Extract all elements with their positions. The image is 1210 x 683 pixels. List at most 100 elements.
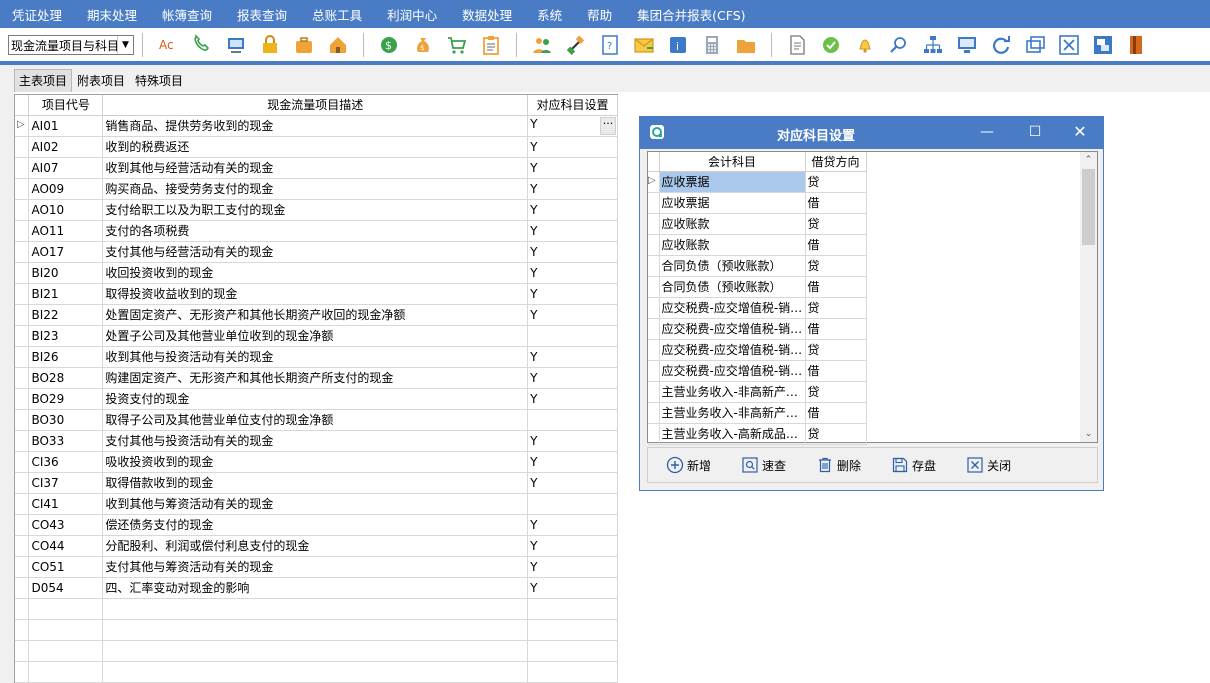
cell-desc[interactable]: 取得借款收到的现金 [102, 472, 529, 494]
table-row[interactable]: AO17 支付其他与经营活动有关的现金 Y [15, 241, 618, 263]
cell-set[interactable]: Y [527, 241, 618, 263]
row-indicator[interactable] [648, 297, 660, 319]
mail-icon[interactable] [633, 34, 655, 56]
cell-set[interactable]: Y [527, 199, 618, 221]
cell-set[interactable] [527, 598, 618, 620]
row-indicator[interactable] [15, 472, 30, 494]
cell-desc[interactable]: 分配股利、利润或偿付利息支付的现金 [102, 535, 529, 557]
cell-code[interactable]: AI07 [28, 157, 104, 179]
menu-item-7[interactable]: 系统 [537, 5, 562, 24]
cell-account[interactable]: 合同负债（预收账款） [659, 255, 806, 277]
table-row[interactable] [15, 598, 618, 620]
row-indicator[interactable] [15, 136, 30, 158]
cell-desc[interactable] [102, 598, 529, 620]
cell-set[interactable]: Y [527, 388, 618, 410]
table-row[interactable]: BI21 取得投资收益收到的现金 Y [15, 283, 618, 305]
row-indicator[interactable] [648, 402, 660, 424]
cell-desc[interactable]: 支付的各项税费 [102, 220, 529, 242]
restore-window-icon[interactable] [1024, 34, 1046, 56]
row-indicator[interactable] [648, 381, 660, 403]
money-bag-icon[interactable]: $ [412, 34, 434, 56]
row-indicator[interactable] [15, 388, 30, 410]
cell-desc[interactable] [102, 661, 529, 683]
cell-account[interactable]: 应收票据 [659, 171, 806, 193]
row-indicator[interactable] [15, 325, 30, 347]
row-indicator[interactable] [648, 276, 660, 298]
close-button[interactable]: 关闭 [966, 456, 1011, 474]
cell-set[interactable]: Y [527, 262, 618, 284]
table-row[interactable]: BO29 投资支付的现金 Y [15, 388, 618, 410]
org-chart-icon[interactable] [922, 34, 944, 56]
row-indicator[interactable] [15, 283, 30, 305]
cell-desc[interactable]: 收到其他与经营活动有关的现金 [102, 157, 529, 179]
scrollbar-thumb[interactable] [1082, 169, 1095, 245]
home-icon[interactable] [327, 34, 349, 56]
minimize-icon[interactable]: — [977, 123, 997, 143]
column-header-account-setting[interactable]: 对应科目设置 [527, 95, 618, 116]
clipboard-icon[interactable] [480, 34, 502, 56]
row-indicator[interactable] [648, 339, 660, 361]
cell-desc[interactable]: 偿还债务支付的现金 [102, 514, 529, 536]
cell-code[interactable] [28, 598, 104, 620]
cell-set[interactable]: Y [527, 304, 618, 326]
cell-desc[interactable]: 投资支付的现金 [102, 388, 529, 410]
cell-set[interactable]: Y [527, 220, 618, 242]
cell-desc[interactable]: 销售商品、提供劳务收到的现金 [102, 115, 529, 137]
cell-desc[interactable]: 支付其他与筹资活动有关的现金 [102, 556, 529, 578]
cell-desc[interactable]: 取得子公司及其他营业单位支付的现金净额 [102, 409, 529, 431]
cell-desc[interactable]: 购买商品、接受劳务支付的现金 [102, 178, 529, 200]
cell-code[interactable]: BI20 [28, 262, 104, 284]
vertical-scrollbar[interactable]: ⌃ ⌄ [1080, 152, 1097, 442]
cell-account[interactable]: 主营业务收入-高新成品… [659, 423, 806, 445]
cell-set[interactable]: Y [527, 157, 618, 179]
row-indicator[interactable] [15, 367, 30, 389]
cell-desc[interactable]: 购建固定资产、无形资产和其他长期资产所支付的现金 [102, 367, 529, 389]
cell-set[interactable]: Y [527, 535, 618, 557]
dialog-title-bar[interactable]: 对应科目设置 — ☐ ✕ [640, 117, 1103, 149]
cell-desc[interactable]: 收到的税费返还 [102, 136, 529, 158]
list-item[interactable]: 应交税费-应交增值税-销… 借 [648, 360, 867, 382]
menu-item-8[interactable]: 帮助 [587, 5, 612, 24]
item-type-select[interactable]: 现金流量项目与科目 ▼ [8, 35, 134, 55]
row-indicator[interactable] [15, 556, 30, 578]
tab-main-items[interactable]: 主表项目 [14, 69, 73, 92]
list-item[interactable]: 应交税费-应交增值税-销… 借 [648, 318, 867, 340]
table-row[interactable]: D054 四、汇率变动对现金的影响 Y [15, 577, 618, 599]
cell-account[interactable]: 应交税费-应交增值税-销… [659, 297, 806, 319]
scroll-down-icon[interactable]: ⌄ [1080, 426, 1097, 442]
cell-account[interactable]: 应交税费-应交增值税-销… [659, 339, 806, 361]
row-indicator[interactable] [648, 318, 660, 340]
row-indicator[interactable] [15, 409, 30, 431]
table-row[interactable]: BI20 收回投资收到的现金 Y [15, 262, 618, 284]
cell-code[interactable]: BO33 [28, 430, 104, 452]
cell-code[interactable]: BI26 [28, 346, 104, 368]
cell-code[interactable]: CI41 [28, 493, 104, 515]
briefcase-icon[interactable] [293, 34, 315, 56]
row-indicator[interactable] [15, 514, 30, 536]
cell-set[interactable] [527, 661, 618, 683]
cell-set[interactable]: Y [527, 577, 618, 599]
column-header-description[interactable]: 现金流量项目描述 [102, 95, 529, 116]
cell-desc[interactable]: 取得投资收益收到的现金 [102, 283, 529, 305]
cell-code[interactable] [28, 661, 104, 683]
cell-direction[interactable]: 贷 [805, 381, 867, 403]
table-row[interactable]: CO43 偿还债务支付的现金 Y [15, 514, 618, 536]
check-icon[interactable] [820, 34, 842, 56]
cell-code[interactable]: BI22 [28, 304, 104, 326]
list-item[interactable]: 合同负债（预收账款）贷 [648, 255, 867, 277]
cell-code[interactable]: AI02 [28, 136, 104, 158]
cell-set[interactable] [527, 493, 618, 515]
cell-desc[interactable]: 四、汇率变动对现金的影响 [102, 577, 529, 599]
list-item[interactable]: 合同负债（预收账款）借 [648, 276, 867, 298]
cell-direction[interactable]: 借 [805, 234, 867, 256]
cart-icon[interactable] [446, 34, 468, 56]
chevron-down-icon[interactable]: ▼ [117, 36, 133, 54]
phone-icon[interactable] [191, 34, 213, 56]
row-indicator[interactable] [15, 346, 30, 368]
cell-desc[interactable]: 处置固定资产、无形资产和其他长期资产收回的现金净额 [102, 304, 529, 326]
cell-direction[interactable]: 贷 [805, 171, 867, 193]
row-indicator[interactable] [15, 220, 30, 242]
cell-direction[interactable]: 贷 [805, 423, 867, 445]
table-row[interactable]: AO11 支付的各项税费 Y [15, 220, 618, 242]
cell-account[interactable]: 应收账款 [659, 213, 806, 235]
